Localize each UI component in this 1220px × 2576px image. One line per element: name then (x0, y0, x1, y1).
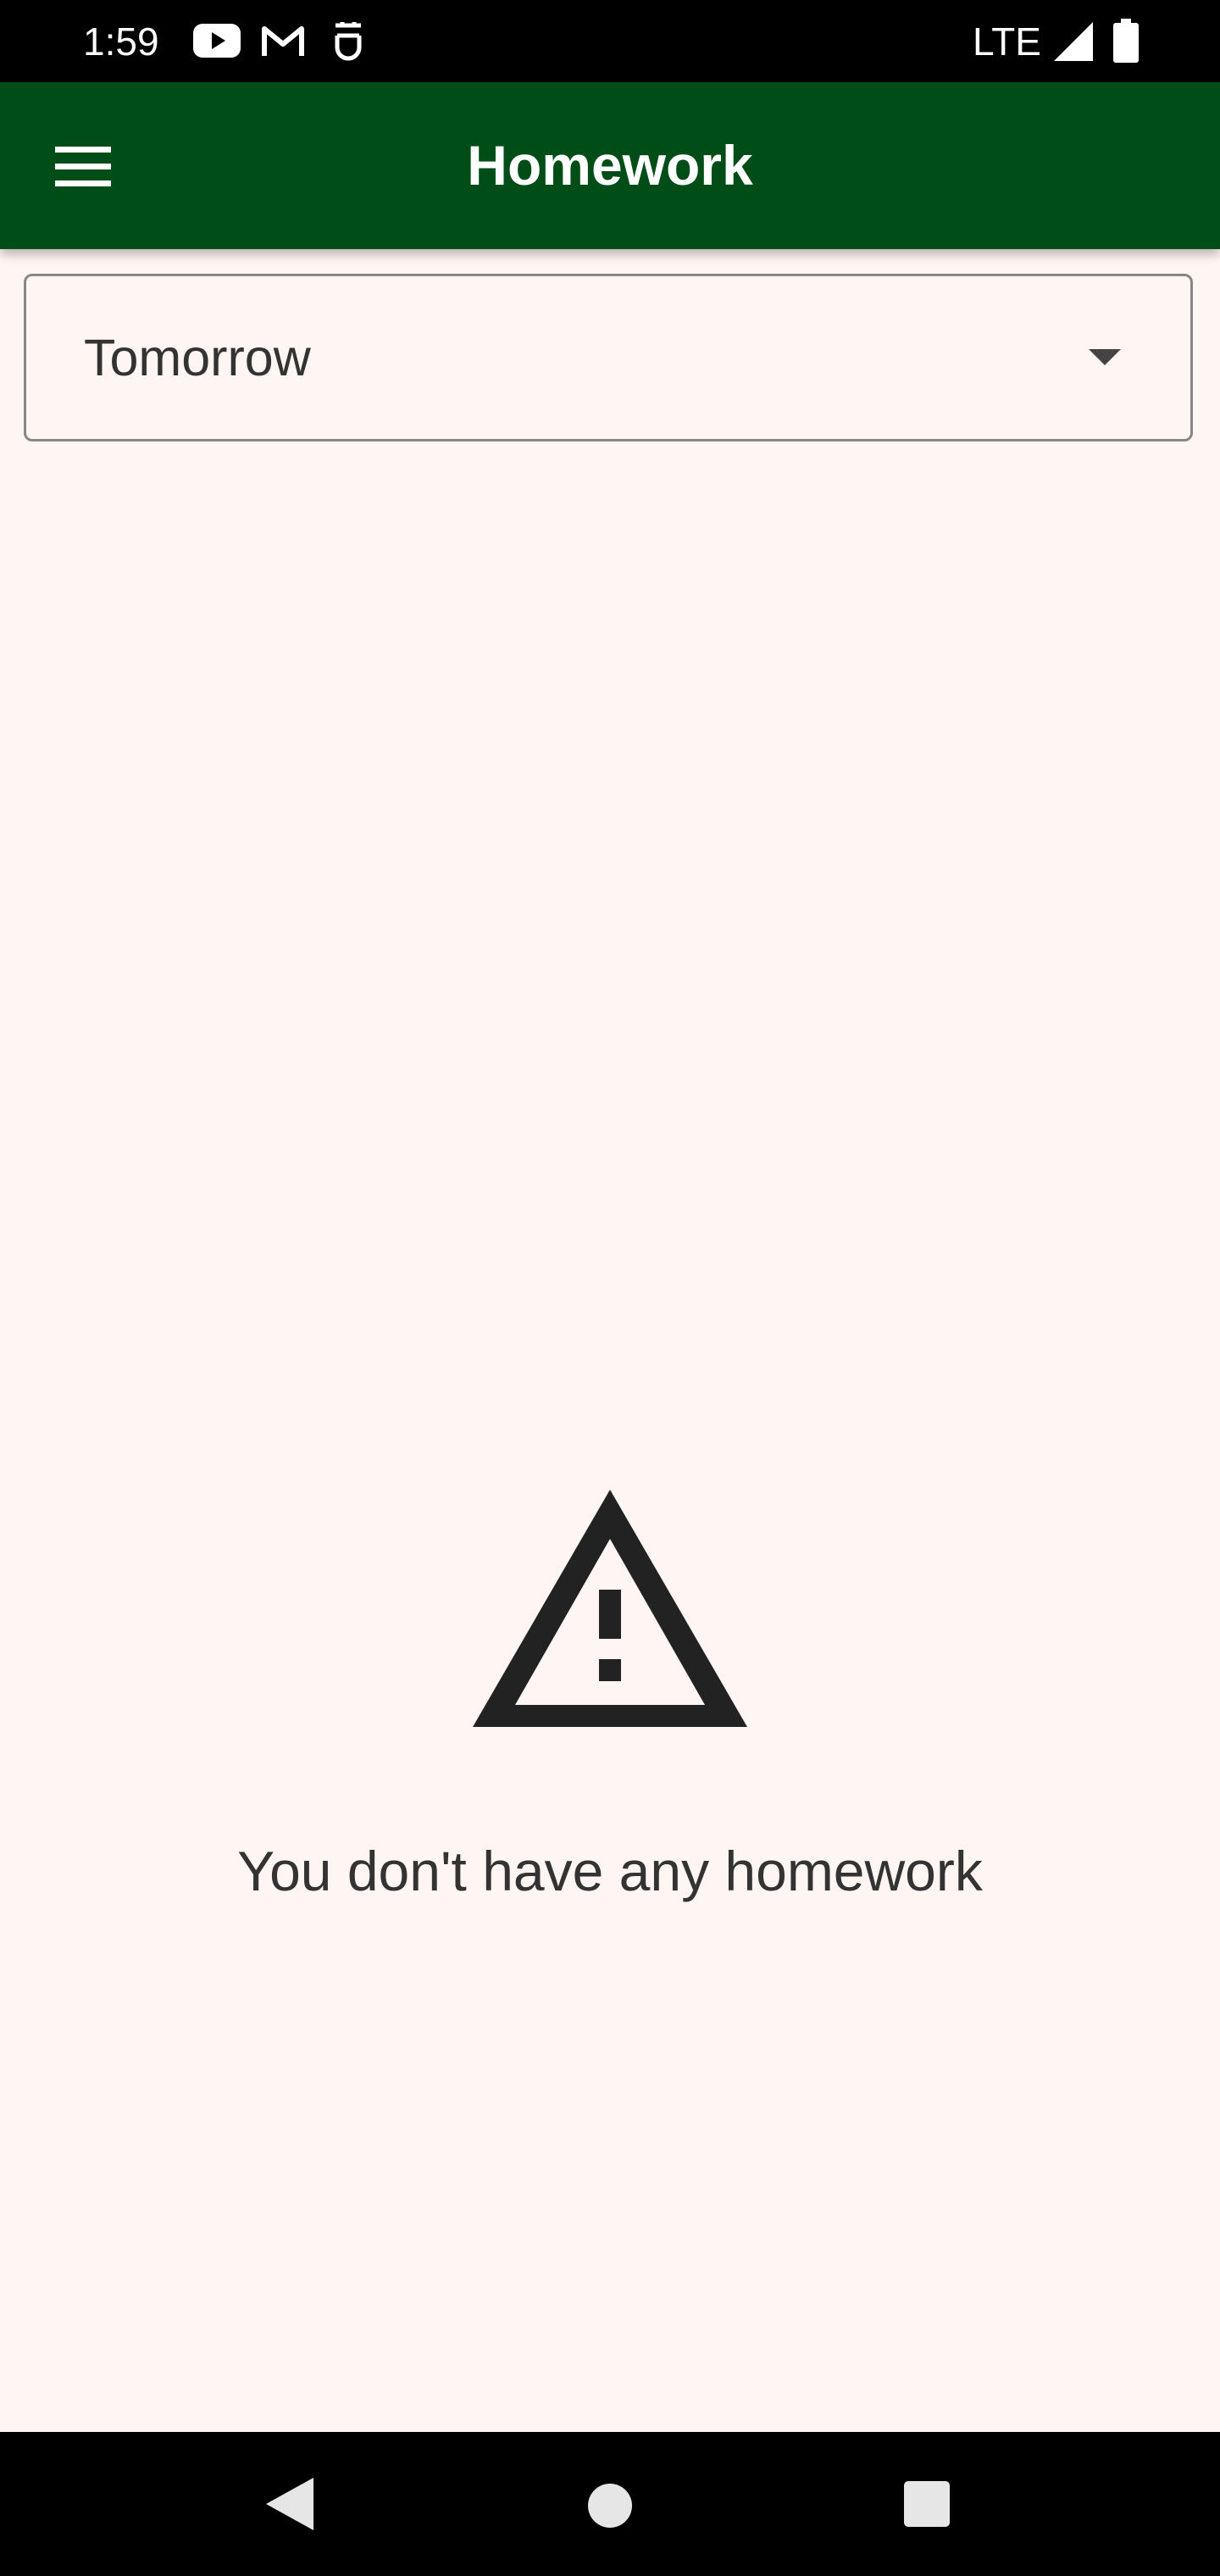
app-notification-icon (335, 22, 362, 61)
gmail-icon (262, 26, 304, 56)
menu-button[interactable] (41, 124, 125, 208)
dropdown-arrow-icon (1089, 349, 1121, 365)
battery-icon (1113, 19, 1139, 63)
warning-icon (473, 1490, 747, 1727)
recents-icon[interactable] (904, 2481, 950, 2527)
app-bar: Homework (0, 82, 1220, 249)
back-icon[interactable] (266, 2478, 313, 2530)
signal-icon (1054, 22, 1093, 61)
youtube-icon (193, 24, 241, 58)
dropdown-selected-value: Tomorrow (84, 329, 311, 386)
home-icon[interactable] (586, 2482, 634, 2529)
status-time: 1:59 (83, 19, 159, 64)
page-title: Homework (467, 134, 753, 197)
date-filter-dropdown[interactable]: Tomorrow (24, 274, 1193, 441)
status-bar: 1:59 LTE (0, 0, 1220, 82)
hamburger-menu-icon (55, 147, 111, 186)
system-nav-bar (0, 2432, 1220, 2576)
network-type: LTE (973, 19, 1041, 64)
empty-state-message: You don't have any homework (237, 1840, 983, 1902)
